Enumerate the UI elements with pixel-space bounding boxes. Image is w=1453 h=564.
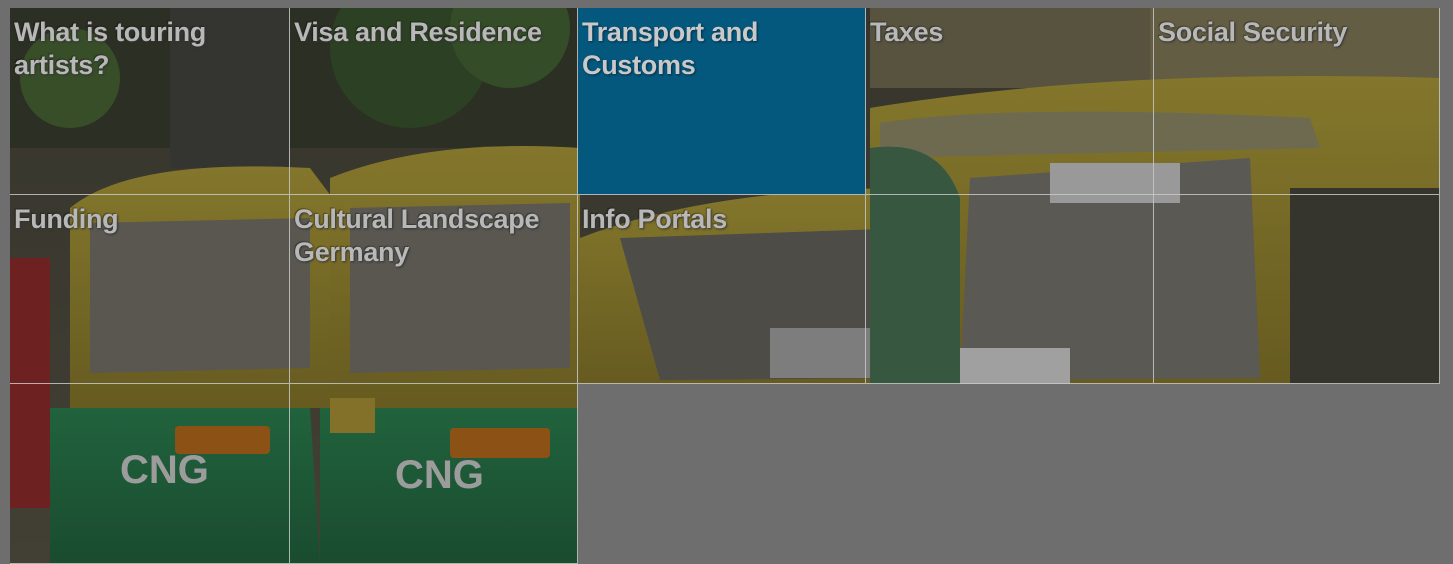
tile-grid: CNG CNG What is touri xyxy=(10,8,1440,564)
tile-taxes-label: Taxes xyxy=(870,17,944,47)
tile-empty-r2c4 xyxy=(866,195,1154,384)
tile-info-portals-label: Info Portals xyxy=(582,204,727,234)
tile-visa-and-residence-label: Visa and Residence xyxy=(294,17,542,47)
tile-visa-and-residence[interactable]: Visa and Residence xyxy=(290,8,578,195)
page-left-margin xyxy=(0,0,10,564)
tile-social-security[interactable]: Social Security xyxy=(1154,8,1440,195)
tile-what-is-touring-artists-label: What is touring artists? xyxy=(14,17,206,80)
tile-social-security-label: Social Security xyxy=(1158,17,1348,47)
tile-transport-and-customs[interactable]: Transport and Customs xyxy=(578,8,866,195)
tile-cultural-landscape-germany-label: Cultural Landscape Germany xyxy=(294,204,540,267)
tile-empty-r2c5 xyxy=(1154,195,1440,384)
tile-transport-and-customs-label: Transport and Customs xyxy=(582,17,759,80)
tile-empty-r3c2 xyxy=(290,384,578,564)
tile-info-portals[interactable]: Info Portals xyxy=(578,195,866,384)
tile-empty-r3c1 xyxy=(10,384,290,564)
tile-funding[interactable]: Funding xyxy=(10,195,290,384)
tile-funding-label: Funding xyxy=(14,204,119,234)
page-top-margin xyxy=(0,0,1453,8)
tile-what-is-touring-artists[interactable]: What is touring artists? xyxy=(10,8,290,195)
tile-taxes[interactable]: Taxes xyxy=(866,8,1154,195)
tile-cultural-landscape-germany[interactable]: Cultural Landscape Germany xyxy=(290,195,578,384)
